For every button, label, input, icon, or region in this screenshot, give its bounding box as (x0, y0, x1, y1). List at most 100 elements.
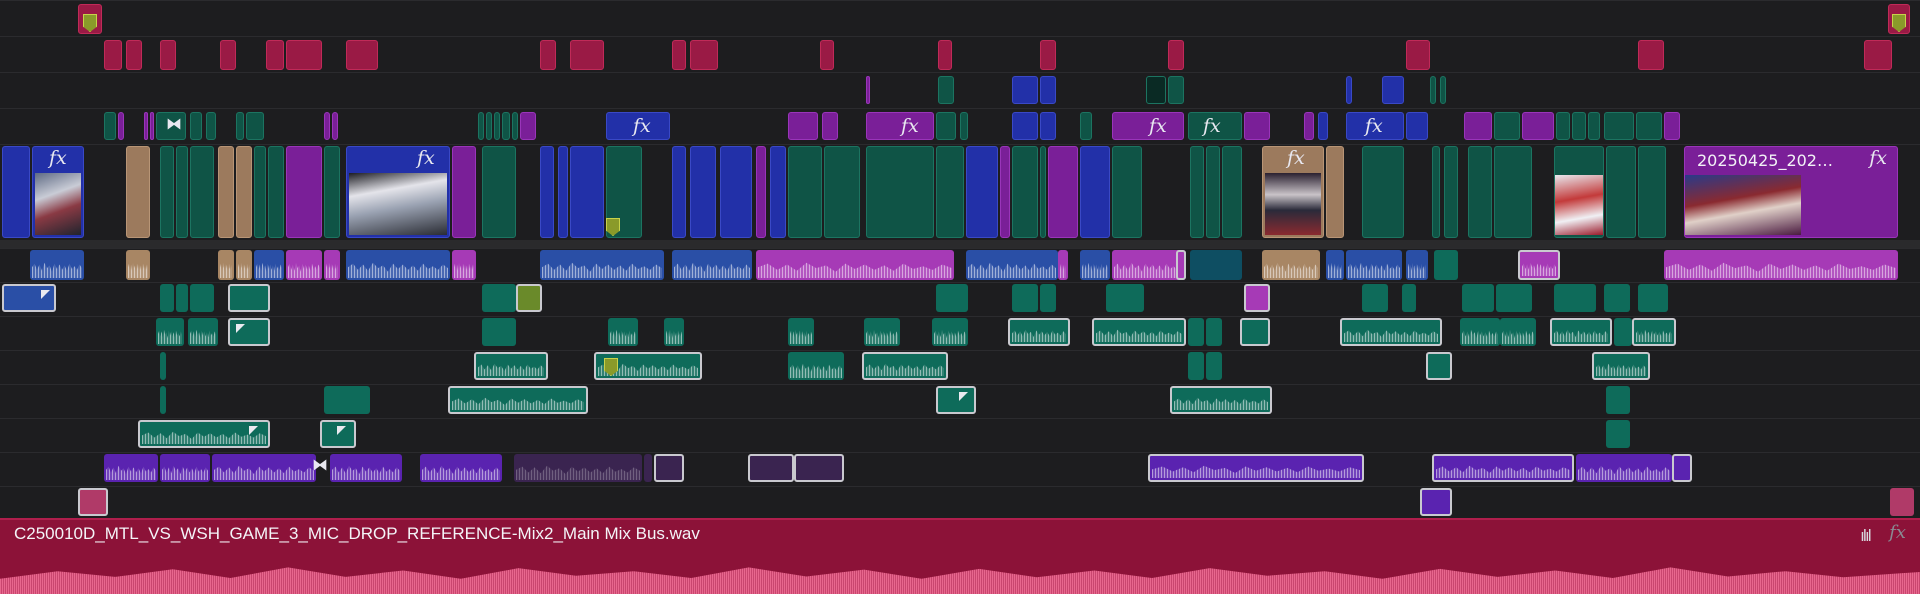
fx-icon[interactable]: fx (1889, 522, 1906, 543)
video-clip[interactable] (788, 146, 822, 238)
video-clip[interactable]: fx (1346, 112, 1404, 140)
title-clip[interactable] (820, 40, 834, 70)
video-clip[interactable] (482, 146, 516, 238)
audio-clip[interactable] (236, 250, 252, 280)
video-clip[interactable] (1190, 146, 1204, 238)
title-clip[interactable] (672, 40, 686, 70)
video-clip[interactable] (866, 146, 934, 238)
audio-clip[interactable] (1606, 386, 1630, 414)
video-clip[interactable] (938, 76, 954, 104)
audio-clip[interactable] (1500, 318, 1536, 346)
audio-clip-selected[interactable] (138, 420, 270, 448)
video-clip[interactable] (1556, 112, 1570, 140)
audio-clip[interactable] (864, 318, 900, 346)
audio-clip-selected[interactable] (1592, 352, 1650, 380)
audio-clip-selected[interactable] (1432, 454, 1574, 482)
title-clip[interactable] (286, 40, 322, 70)
audio-clip[interactable] (1206, 318, 1222, 346)
video-clip[interactable] (1464, 112, 1492, 140)
video-clip[interactable] (1494, 112, 1520, 140)
audio-clip[interactable] (1402, 284, 1416, 312)
audio-clip[interactable] (932, 318, 968, 346)
audio-clip[interactable] (1080, 250, 1110, 280)
audio-clip[interactable] (1554, 284, 1596, 312)
audio-clip[interactable] (126, 250, 150, 280)
title-clip[interactable] (1864, 40, 1892, 70)
audio-clip[interactable] (156, 318, 184, 346)
video-clip[interactable] (1040, 112, 1056, 140)
audio-clip[interactable] (330, 454, 402, 482)
audio-clip[interactable] (420, 454, 502, 482)
audio-clip[interactable] (1262, 250, 1320, 280)
audio-clip[interactable] (30, 250, 84, 280)
video-clip[interactable] (1664, 112, 1680, 140)
audio-clip[interactable] (1188, 318, 1204, 346)
audio-clip[interactable] (482, 318, 516, 346)
audio-clip[interactable] (1460, 318, 1500, 346)
audio-clip-selected[interactable] (936, 386, 976, 414)
video-clip[interactable] (1146, 76, 1166, 104)
video-clip[interactable] (936, 112, 956, 140)
audio-clip[interactable] (176, 284, 188, 312)
video-clip[interactable] (268, 146, 284, 238)
audio-clip-selected[interactable] (228, 318, 270, 346)
audio-clip-selected[interactable] (1426, 352, 1452, 380)
video-clip[interactable] (478, 112, 484, 140)
video-clip-with-thumbnail[interactable] (1554, 146, 1604, 238)
audio-clip[interactable] (254, 250, 284, 280)
audio-clip[interactable] (1614, 318, 1632, 346)
audio-clip[interactable] (756, 250, 954, 280)
video-clip[interactable] (1012, 146, 1038, 238)
title-clip[interactable] (126, 40, 142, 70)
video-clip[interactable] (452, 146, 476, 238)
video-clip[interactable] (286, 146, 322, 238)
video-clip[interactable] (1638, 146, 1666, 238)
video-clip[interactable] (190, 112, 202, 140)
video-clip[interactable] (1012, 76, 1038, 104)
video-clip[interactable] (1406, 112, 1428, 140)
transition-icon[interactable]: ⧓ (166, 114, 182, 133)
video-clip[interactable] (1440, 76, 1446, 104)
audio-clip[interactable] (212, 454, 316, 482)
video-clip[interactable] (1346, 76, 1352, 104)
audio-clip-selected[interactable] (654, 454, 684, 482)
video-clip[interactable] (1572, 112, 1586, 140)
audio-clip[interactable] (514, 454, 642, 482)
video-clip[interactable] (324, 146, 340, 238)
audio-clip[interactable] (1606, 420, 1630, 448)
waveform-icon[interactable]: ılıl (1860, 526, 1872, 545)
audio-clip-selected[interactable] (1672, 454, 1692, 482)
audio-clip[interactable] (324, 386, 370, 414)
audio-clip[interactable] (452, 250, 476, 280)
audio-clip[interactable] (1106, 284, 1144, 312)
video-clip[interactable] (1494, 146, 1532, 238)
audio-clip[interactable] (788, 352, 844, 380)
video-clip[interactable] (570, 146, 604, 238)
audio-clip-selected[interactable] (1176, 250, 1186, 280)
audio-clip-selected[interactable] (2, 284, 56, 312)
video-clip[interactable] (1040, 146, 1046, 238)
title-clip[interactable] (540, 40, 556, 70)
audio-clip-selected[interactable] (516, 284, 542, 312)
audio-clip[interactable] (1206, 352, 1222, 380)
video-clip[interactable] (254, 146, 266, 238)
video-clip[interactable] (822, 112, 838, 140)
video-clip[interactable] (1604, 112, 1634, 140)
video-clip[interactable] (520, 112, 536, 140)
video-clip[interactable] (1304, 112, 1314, 140)
video-clip[interactable] (1468, 146, 1492, 238)
video-clip[interactable] (1606, 146, 1636, 238)
audio-clip-selected[interactable] (1340, 318, 1442, 346)
audio-clip-selected[interactable] (474, 352, 548, 380)
video-clip[interactable] (1588, 112, 1600, 140)
audio-clip-selected[interactable] (1170, 386, 1272, 414)
audio-clip[interactable] (1434, 250, 1458, 280)
audio-clip-selected[interactable] (228, 284, 270, 312)
video-clip[interactable] (160, 146, 174, 238)
audio-clip-selected[interactable] (1420, 488, 1452, 516)
video-clip[interactable] (104, 112, 116, 140)
video-clip[interactable] (788, 112, 818, 140)
video-clip-with-thumbnail[interactable]: fx (1262, 146, 1324, 238)
video-clip[interactable]: fx (606, 112, 670, 140)
video-clip[interactable] (672, 146, 686, 238)
